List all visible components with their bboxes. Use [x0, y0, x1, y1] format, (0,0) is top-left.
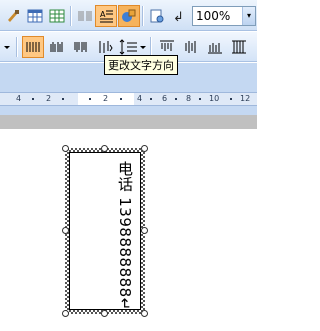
- column-lines-icon[interactable]: [46, 36, 68, 58]
- text-direction-icon[interactable]: A: [95, 5, 117, 27]
- ruler-number: 4: [16, 94, 22, 103]
- resize-handle-bottom[interactable]: [101, 310, 108, 317]
- tooltip-text-direction: 更改文字方向: [104, 55, 178, 75]
- svg-text:↲: ↲: [173, 10, 184, 24]
- ruler-number: 10: [209, 94, 220, 103]
- distributed-align-icon[interactable]: [22, 36, 44, 58]
- chevron-down-icon[interactable]: ▾: [242, 7, 255, 25]
- ruler-tick: [175, 98, 177, 100]
- table-icon[interactable]: [24, 5, 46, 27]
- show-hide-icon[interactable]: ↲: [168, 5, 190, 27]
- standard-toolbar: A ↲ 100% ▾: [0, 0, 257, 31]
- zoom-combobox[interactable]: 100% ▾: [192, 6, 256, 26]
- ruler-tick: [62, 98, 64, 100]
- ruler-tick: [230, 98, 232, 100]
- document-map-icon[interactable]: [146, 5, 168, 27]
- ruler-number: 2: [103, 94, 109, 103]
- format-painter-icon[interactable]: [2, 5, 24, 27]
- vertical-align-bottom-icon[interactable]: [204, 36, 226, 58]
- resize-handle-top-left[interactable]: [62, 145, 69, 152]
- toolbar-separator: [16, 37, 18, 57]
- insert-excel-icon[interactable]: [46, 5, 68, 27]
- ruler-number: 6: [162, 94, 168, 103]
- resize-handle-bottom-left[interactable]: [62, 310, 69, 317]
- toolbar-separator: [150, 37, 152, 57]
- ruler-number: 2: [46, 94, 52, 103]
- ruler-number: 12: [240, 94, 251, 103]
- resize-handle-right[interactable]: [141, 227, 148, 234]
- ruler-tick: [89, 98, 91, 100]
- toolbar-separator: [70, 6, 72, 26]
- drawing-icon[interactable]: [118, 5, 140, 27]
- zoom-value: 100%: [196, 9, 231, 23]
- horizontal-ruler[interactable]: 4 2 2 4 6 8 10 12: [0, 92, 257, 106]
- text-box-frame[interactable]: 电话 1398888888↵: [65, 148, 145, 314]
- column-lines-2-icon[interactable]: [70, 36, 92, 58]
- columns-icon[interactable]: [74, 5, 96, 27]
- text-box-content[interactable]: 电话 1398888888↵: [115, 161, 136, 311]
- ruler-number: 4: [137, 94, 143, 103]
- page-top-gap: [0, 115, 257, 129]
- svg-text:A: A: [100, 10, 106, 19]
- text-box[interactable]: 电话 1398888888↵: [69, 152, 141, 311]
- word-window: A ↲ 100% ▾ 更改文字方向 4 2 2 4 6 8 10 12 电话 1…: [0, 0, 257, 331]
- toolbar-separator: [142, 6, 144, 26]
- ruler-tick: [32, 98, 34, 100]
- resize-handle-bottom-right[interactable]: [141, 310, 148, 317]
- vertical-align-justify-icon[interactable]: [228, 36, 250, 58]
- resize-handle-top-right[interactable]: [141, 145, 148, 152]
- resize-handle-left[interactable]: [62, 227, 69, 234]
- dropdown-arrow-icon[interactable]: [0, 36, 14, 58]
- ruler-tick: [120, 98, 122, 100]
- ruler-tick: [150, 98, 152, 100]
- resize-handle-top[interactable]: [101, 145, 108, 152]
- vertical-align-center-icon[interactable]: [180, 36, 202, 58]
- ruler-number: 8: [186, 94, 192, 103]
- ruler-tick: [199, 98, 201, 100]
